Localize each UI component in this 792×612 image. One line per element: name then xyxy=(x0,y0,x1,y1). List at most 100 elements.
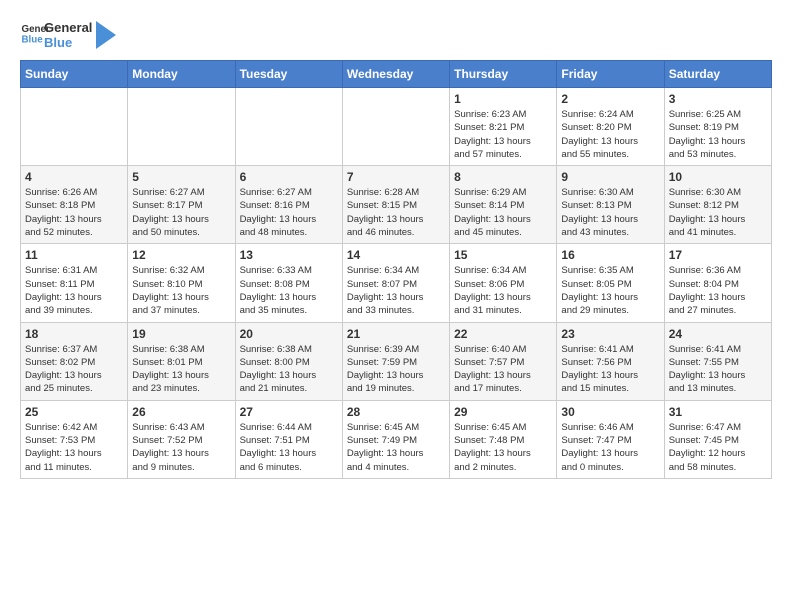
day-info: Sunrise: 6:34 AM Sunset: 8:07 PM Dayligh… xyxy=(347,264,445,317)
calendar-day-cell: 30 Sunrise: 6:46 AM Sunset: 7:47 PM Dayli… xyxy=(557,400,664,478)
calendar-day-cell: 8Sunrise: 6:29 AM Sunset: 8:14 PM Daylig… xyxy=(450,166,557,244)
day-number: 15 xyxy=(454,248,552,262)
calendar-day-cell: 12Sunrise: 6:32 AM Sunset: 8:10 PM Dayli… xyxy=(128,244,235,322)
day-info: Sunrise: 6:39 AM Sunset: 7:59 PM Dayligh… xyxy=(347,343,445,396)
day-number: 19 xyxy=(132,327,230,341)
day-info: Sunrise: 6:33 AM Sunset: 8:08 PM Dayligh… xyxy=(240,264,338,317)
day-info: Sunrise: 6:42 AM Sunset: 7:53 PM Dayligh… xyxy=(25,421,123,474)
weekday-header-tuesday: Tuesday xyxy=(235,61,342,88)
day-number: 27 xyxy=(240,405,338,419)
day-info: Sunrise: 6:36 AM Sunset: 8:04 PM Dayligh… xyxy=(669,264,767,317)
calendar-header-row: SundayMondayTuesdayWednesdayThursdayFrid… xyxy=(21,61,772,88)
day-number: 13 xyxy=(240,248,338,262)
calendar-table: SundayMondayTuesdayWednesdayThursdayFrid… xyxy=(20,60,772,479)
day-info: Sunrise: 6:38 AM Sunset: 8:00 PM Dayligh… xyxy=(240,343,338,396)
day-info: Sunrise: 6:46 AM Sunset: 7:47 PM Dayligh… xyxy=(561,421,659,474)
day-info: Sunrise: 6:44 AM Sunset: 7:51 PM Dayligh… xyxy=(240,421,338,474)
day-number: 18 xyxy=(25,327,123,341)
calendar-day-cell: 1 Sunrise: 6:23 AM Sunset: 8:21 PM Daylig… xyxy=(450,88,557,166)
calendar-day-cell: 21 Sunrise: 6:39 AM Sunset: 7:59 PM Dayli… xyxy=(342,322,449,400)
page-header: General Blue General Blue xyxy=(20,20,772,50)
day-number: 14 xyxy=(347,248,445,262)
calendar-day-cell: 28Sunrise: 6:45 AM Sunset: 7:49 PM Dayli… xyxy=(342,400,449,478)
day-number: 25 xyxy=(25,405,123,419)
logo: General Blue General Blue xyxy=(20,20,116,50)
calendar-day-cell: 16 Sunrise: 6:35 AM Sunset: 8:05 PM Dayli… xyxy=(557,244,664,322)
calendar-day-cell: 10 Sunrise: 6:30 AM Sunset: 8:12 PM Dayli… xyxy=(664,166,771,244)
day-number: 31 xyxy=(669,405,767,419)
day-info: Sunrise: 6:43 AM Sunset: 7:52 PM Dayligh… xyxy=(132,421,230,474)
calendar-week-row: 4Sunrise: 6:26 AM Sunset: 8:18 PM Daylig… xyxy=(21,166,772,244)
day-number: 11 xyxy=(25,248,123,262)
day-info: Sunrise: 6:38 AM Sunset: 8:01 PM Dayligh… xyxy=(132,343,230,396)
day-info: Sunrise: 6:25 AM Sunset: 8:19 PM Dayligh… xyxy=(669,108,767,161)
day-number: 28 xyxy=(347,405,445,419)
svg-text:Blue: Blue xyxy=(22,35,44,46)
calendar-day-cell: 22 Sunrise: 6:40 AM Sunset: 7:57 PM Dayli… xyxy=(450,322,557,400)
day-number: 17 xyxy=(669,248,767,262)
day-info: Sunrise: 6:27 AM Sunset: 8:17 PM Dayligh… xyxy=(132,186,230,239)
day-number: 30 xyxy=(561,405,659,419)
calendar-day-cell: 24Sunrise: 6:41 AM Sunset: 7:55 PM Dayli… xyxy=(664,322,771,400)
logo-arrow-icon xyxy=(96,21,116,49)
day-info: Sunrise: 6:45 AM Sunset: 7:48 PM Dayligh… xyxy=(454,421,552,474)
day-info: Sunrise: 6:23 AM Sunset: 8:21 PM Dayligh… xyxy=(454,108,552,161)
day-info: Sunrise: 6:30 AM Sunset: 8:12 PM Dayligh… xyxy=(669,186,767,239)
day-number: 3 xyxy=(669,92,767,106)
day-info: Sunrise: 6:31 AM Sunset: 8:11 PM Dayligh… xyxy=(25,264,123,317)
day-info: Sunrise: 6:37 AM Sunset: 8:02 PM Dayligh… xyxy=(25,343,123,396)
calendar-day-cell: 27 Sunrise: 6:44 AM Sunset: 7:51 PM Dayli… xyxy=(235,400,342,478)
day-number: 5 xyxy=(132,170,230,184)
calendar-day-cell: 14 Sunrise: 6:34 AM Sunset: 8:07 PM Dayli… xyxy=(342,244,449,322)
weekday-header-monday: Monday xyxy=(128,61,235,88)
calendar-week-row: 18 Sunrise: 6:37 AM Sunset: 8:02 PM Dayli… xyxy=(21,322,772,400)
day-info: Sunrise: 6:41 AM Sunset: 7:56 PM Dayligh… xyxy=(561,343,659,396)
calendar-day-cell: 20Sunrise: 6:38 AM Sunset: 8:00 PM Dayli… xyxy=(235,322,342,400)
calendar-day-cell: 9 Sunrise: 6:30 AM Sunset: 8:13 PM Daylig… xyxy=(557,166,664,244)
logo-general: General xyxy=(44,20,92,35)
day-number: 1 xyxy=(454,92,552,106)
day-number: 9 xyxy=(561,170,659,184)
calendar-day-cell: 31 Sunrise: 6:47 AM Sunset: 7:45 PM Dayli… xyxy=(664,400,771,478)
calendar-day-cell: 15 Sunrise: 6:34 AM Sunset: 8:06 PM Dayli… xyxy=(450,244,557,322)
calendar-day-cell: 3 Sunrise: 6:25 AM Sunset: 8:19 PM Daylig… xyxy=(664,88,771,166)
day-number: 23 xyxy=(561,327,659,341)
day-number: 16 xyxy=(561,248,659,262)
calendar-day-cell: 5 Sunrise: 6:27 AM Sunset: 8:17 PM Daylig… xyxy=(128,166,235,244)
weekday-header-wednesday: Wednesday xyxy=(342,61,449,88)
day-number: 2 xyxy=(561,92,659,106)
calendar-day-cell: 18 Sunrise: 6:37 AM Sunset: 8:02 PM Dayli… xyxy=(21,322,128,400)
day-number: 21 xyxy=(347,327,445,341)
day-info: Sunrise: 6:35 AM Sunset: 8:05 PM Dayligh… xyxy=(561,264,659,317)
day-info: Sunrise: 6:28 AM Sunset: 8:15 PM Dayligh… xyxy=(347,186,445,239)
day-number: 10 xyxy=(669,170,767,184)
calendar-day-cell: 25 Sunrise: 6:42 AM Sunset: 7:53 PM Dayli… xyxy=(21,400,128,478)
calendar-day-cell: 11 Sunrise: 6:31 AM Sunset: 8:11 PM Dayli… xyxy=(21,244,128,322)
weekday-header-sunday: Sunday xyxy=(21,61,128,88)
calendar-day-cell xyxy=(128,88,235,166)
calendar-day-cell xyxy=(235,88,342,166)
day-info: Sunrise: 6:47 AM Sunset: 7:45 PM Dayligh… xyxy=(669,421,767,474)
weekday-header-friday: Friday xyxy=(557,61,664,88)
day-number: 8 xyxy=(454,170,552,184)
calendar-day-cell: 7Sunrise: 6:28 AM Sunset: 8:15 PM Daylig… xyxy=(342,166,449,244)
calendar-week-row: 11 Sunrise: 6:31 AM Sunset: 8:11 PM Dayli… xyxy=(21,244,772,322)
calendar-day-cell: 23 Sunrise: 6:41 AM Sunset: 7:56 PM Dayli… xyxy=(557,322,664,400)
day-info: Sunrise: 6:40 AM Sunset: 7:57 PM Dayligh… xyxy=(454,343,552,396)
day-number: 29 xyxy=(454,405,552,419)
weekday-header-thursday: Thursday xyxy=(450,61,557,88)
weekday-header-saturday: Saturday xyxy=(664,61,771,88)
calendar-day-cell xyxy=(21,88,128,166)
calendar-day-cell: 4Sunrise: 6:26 AM Sunset: 8:18 PM Daylig… xyxy=(21,166,128,244)
calendar-day-cell: 19 Sunrise: 6:38 AM Sunset: 8:01 PM Dayli… xyxy=(128,322,235,400)
day-info: Sunrise: 6:34 AM Sunset: 8:06 PM Dayligh… xyxy=(454,264,552,317)
day-number: 26 xyxy=(132,405,230,419)
day-number: 6 xyxy=(240,170,338,184)
calendar-day-cell: 29 Sunrise: 6:45 AM Sunset: 7:48 PM Dayli… xyxy=(450,400,557,478)
day-number: 22 xyxy=(454,327,552,341)
day-info: Sunrise: 6:30 AM Sunset: 8:13 PM Dayligh… xyxy=(561,186,659,239)
calendar-day-cell: 2Sunrise: 6:24 AM Sunset: 8:20 PM Daylig… xyxy=(557,88,664,166)
day-info: Sunrise: 6:27 AM Sunset: 8:16 PM Dayligh… xyxy=(240,186,338,239)
calendar-week-row: 25 Sunrise: 6:42 AM Sunset: 7:53 PM Dayli… xyxy=(21,400,772,478)
day-info: Sunrise: 6:41 AM Sunset: 7:55 PM Dayligh… xyxy=(669,343,767,396)
